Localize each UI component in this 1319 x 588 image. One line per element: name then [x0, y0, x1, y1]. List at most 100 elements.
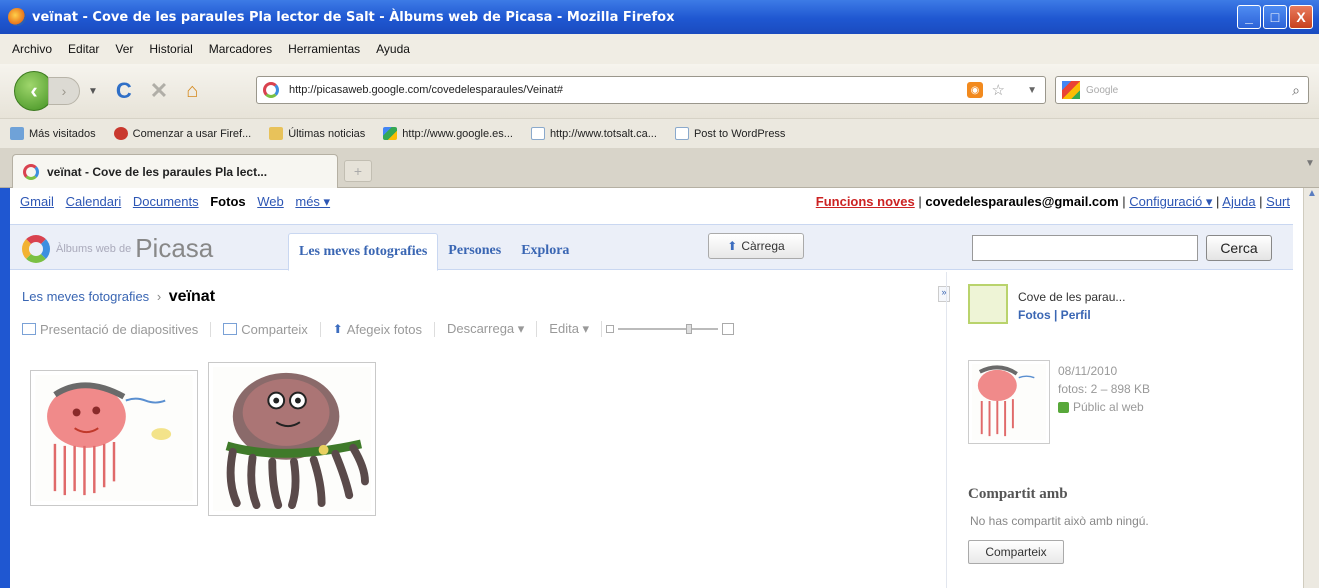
- menu-archivo[interactable]: Archivo: [12, 42, 52, 56]
- history-dropdown-icon[interactable]: ▼: [88, 86, 98, 97]
- slideshow-icon: [22, 323, 36, 335]
- picasa-logo[interactable]: Àlbums web de Picasa: [22, 233, 213, 264]
- breadcrumb-parent[interactable]: Les meves fotografies: [22, 289, 149, 304]
- upload-label: Càrrega: [741, 239, 785, 253]
- close-button[interactable]: X: [1289, 5, 1313, 29]
- settings-link[interactable]: Configuració ▾: [1129, 194, 1212, 209]
- separator: |: [1255, 194, 1267, 209]
- album-toolbar: Presentació de diapositives Comparteix ⬆…: [22, 318, 735, 340]
- owner-name[interactable]: Cove de les parau...: [1018, 290, 1125, 304]
- vertical-scrollbar[interactable]: ▲: [1303, 188, 1319, 588]
- download-label: Descarrega ▾: [446, 321, 525, 336]
- account-email: covedelesparaules@gmail.com: [925, 194, 1119, 209]
- owner-links[interactable]: Fotos | Perfil: [1018, 308, 1091, 322]
- photo-thumbnail[interactable]: [30, 370, 198, 506]
- album-title: veïnat: [168, 288, 216, 305]
- column-divider: [946, 272, 947, 588]
- tab-my-photos[interactable]: Les meves fotografies: [288, 233, 439, 271]
- menu-ayuda[interactable]: Ayuda: [376, 42, 410, 56]
- slideshow-label: Presentació de diapositives: [40, 321, 199, 337]
- search-button[interactable]: Cerca: [1206, 235, 1272, 261]
- url-text[interactable]: http://picasaweb.google.com/covedelespar…: [289, 84, 563, 96]
- gbar-gmail[interactable]: Gmail: [20, 194, 54, 209]
- edit-menu[interactable]: Edita ▾: [537, 321, 603, 337]
- jellyfish-drawing-pink: [35, 375, 193, 501]
- download-menu[interactable]: Descarrega ▾: [435, 321, 538, 337]
- stop-icon[interactable]: ✕: [150, 78, 168, 104]
- thumbnail-size-slider[interactable]: [606, 323, 735, 335]
- title-bar: veïnat - Cove de les paraules Pla lector…: [0, 0, 1319, 34]
- menu-bar: Archivo Editar Ver Historial Marcadores …: [0, 34, 1319, 64]
- owner-avatar[interactable]: [968, 284, 1008, 324]
- tab-veinat[interactable]: veïnat - Cove de les paraules Pla lect..…: [12, 154, 338, 188]
- tab-explore[interactable]: Explora: [511, 233, 579, 271]
- gbar-calendar[interactable]: Calendari: [66, 194, 122, 209]
- gbar-photos-current: Fotos: [210, 194, 246, 209]
- slider-handle[interactable]: [686, 324, 693, 334]
- gbar-more[interactable]: més ▾: [295, 194, 330, 209]
- tab-strip: veïnat - Cove de les paraules Pla lect..…: [0, 148, 1319, 188]
- new-tab-button[interactable]: +: [344, 160, 372, 182]
- menu-historial[interactable]: Historial: [149, 42, 192, 56]
- edit-label: Edita ▾: [549, 321, 590, 336]
- bookmark-totsalt[interactable]: http://www.totsalt.ca...: [530, 127, 657, 140]
- bookmark-getting-started[interactable]: Comenzar a usar Firef...: [113, 127, 251, 140]
- tab-people[interactable]: Persones: [438, 233, 511, 271]
- gbar-documents[interactable]: Documents: [133, 194, 199, 209]
- photo-search-input[interactable]: [972, 235, 1198, 261]
- help-link[interactable]: Ajuda: [1222, 194, 1255, 209]
- sign-out-link[interactable]: Surt: [1266, 194, 1290, 209]
- search-icon[interactable]: ⌕: [1292, 82, 1300, 99]
- firefox-icon: [8, 8, 26, 26]
- slider-track[interactable]: [618, 324, 719, 334]
- album-cover-thumbnail[interactable]: [968, 360, 1050, 444]
- window-border-left: [0, 188, 10, 588]
- menu-ver[interactable]: Ver: [115, 42, 133, 56]
- collapse-sidebar-icon[interactable]: »: [938, 286, 950, 302]
- site-favicon-icon: [263, 82, 279, 98]
- maximize-button[interactable]: □: [1263, 5, 1287, 29]
- bookmark-label: http://www.totsalt.ca...: [549, 127, 657, 140]
- google-engine-icon[interactable]: [1062, 81, 1080, 99]
- bookmark-label: Últimas noticias: [288, 127, 366, 140]
- shared-with-heading: Compartit amb: [968, 486, 1068, 502]
- most-visited-icon: [10, 127, 24, 140]
- search-placeholder[interactable]: Google: [1086, 85, 1118, 96]
- google-icon: [383, 127, 398, 140]
- album-photo-count: fotos: 2 – 898 KB: [1058, 382, 1151, 396]
- rss-icon[interactable]: ◉: [967, 82, 983, 98]
- bookmark-google[interactable]: http://www.google.es...: [383, 127, 513, 140]
- gbar-web[interactable]: Web: [257, 194, 284, 209]
- bookmark-most-visited[interactable]: Más visitados: [10, 127, 96, 140]
- forward-button[interactable]: ›: [48, 77, 80, 105]
- url-dropdown-icon[interactable]: ▼: [1027, 85, 1037, 96]
- bookmark-star-icon[interactable]: ☆: [992, 81, 1005, 99]
- add-photos-button[interactable]: ⬆ Afegeix fotos: [321, 321, 435, 337]
- page-icon: [674, 127, 689, 140]
- search-bar[interactable]: Google ⌕: [1055, 76, 1309, 104]
- upload-button[interactable]: ⬆ Càrrega: [708, 233, 804, 259]
- separator: |: [1118, 194, 1130, 209]
- scroll-up-icon[interactable]: ▲: [1304, 188, 1319, 204]
- bookmark-latest-news[interactable]: Últimas noticias: [269, 127, 365, 140]
- slideshow-button[interactable]: Presentació de diapositives: [22, 321, 212, 337]
- menu-marcadores[interactable]: Marcadores: [209, 42, 272, 56]
- photo-thumbnail[interactable]: [208, 362, 376, 516]
- picasa-wheel-icon: [22, 234, 50, 263]
- large-size-icon: [722, 323, 735, 335]
- minimize-button[interactable]: _: [1237, 5, 1261, 29]
- tab-list-icon[interactable]: ▼: [1303, 158, 1317, 180]
- page-content: Gmail Calendari Documents Fotos Web més …: [10, 188, 1303, 588]
- home-icon[interactable]: ⌂: [186, 80, 198, 103]
- share-toolbar-button[interactable]: Comparteix: [211, 321, 321, 337]
- folder-icon: [269, 127, 284, 140]
- menu-editar[interactable]: Editar: [68, 42, 99, 56]
- new-features-link[interactable]: Funcions noves: [816, 194, 915, 209]
- firefox-bookmark-icon: [113, 127, 128, 140]
- album-visibility: Públic al web: [1058, 400, 1144, 414]
- share-album-button[interactable]: Comparteix: [968, 540, 1064, 564]
- address-bar[interactable]: http://picasaweb.google.com/covedelespar…: [256, 76, 1046, 104]
- menu-herramientas[interactable]: Herramientas: [288, 42, 360, 56]
- bookmark-wordpress[interactable]: Post to WordPress: [674, 127, 785, 140]
- reload-icon[interactable]: C: [116, 78, 132, 104]
